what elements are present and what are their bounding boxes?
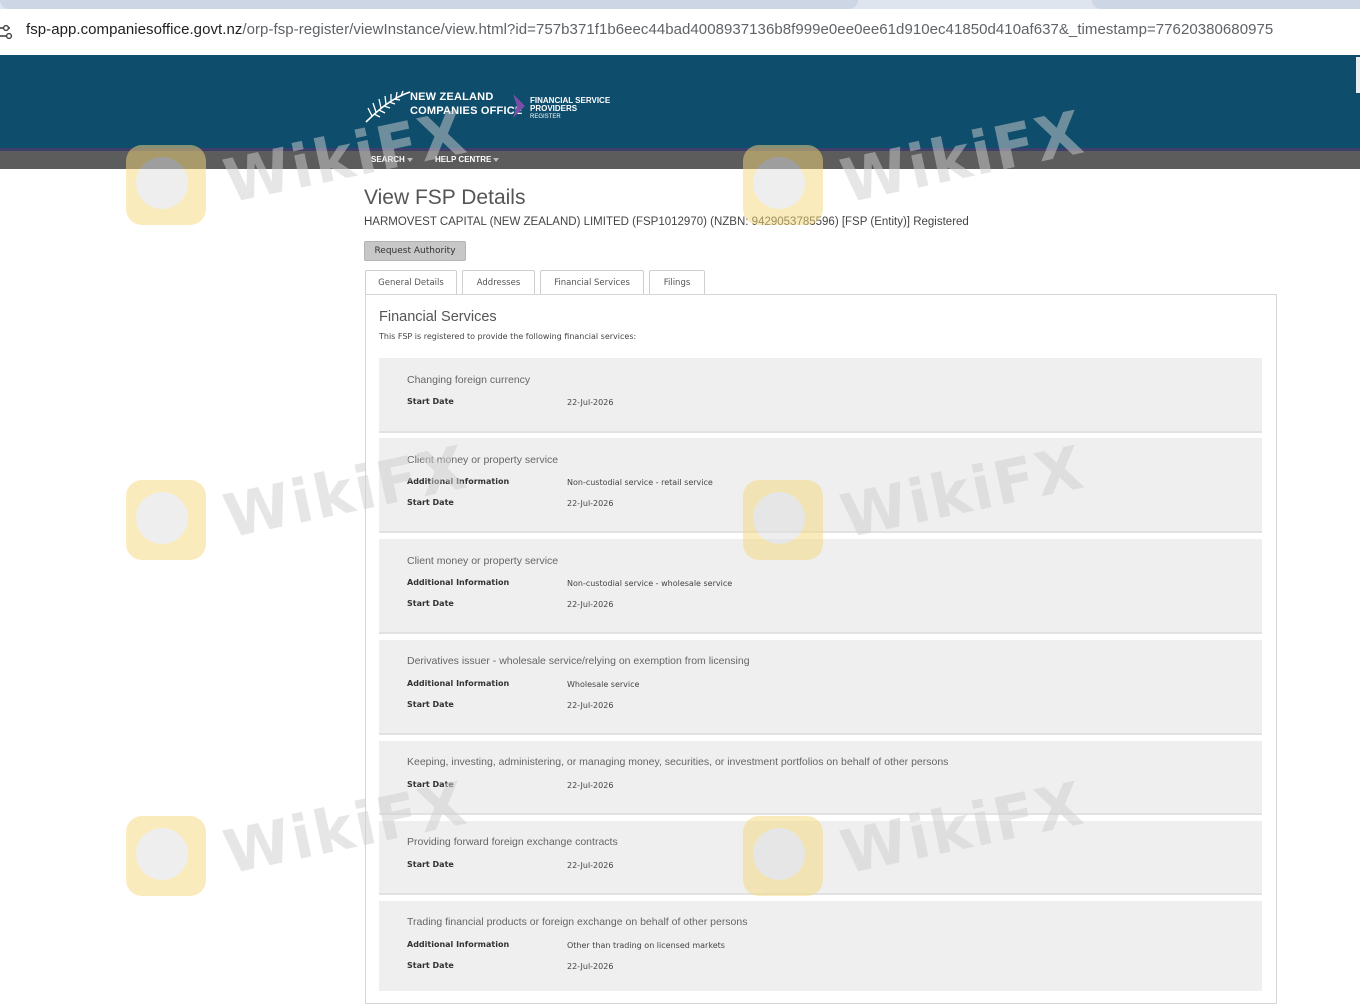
url-text[interactable]: fsp-app.companiesoffice.govt.nz/orp-fsp-… xyxy=(26,21,1273,38)
start-date-value: 22-Jul-2026 xyxy=(567,398,614,407)
browser-tab[interactable] xyxy=(0,0,858,9)
section-heading: Financial Services xyxy=(379,309,497,325)
watermark: WikiFX xyxy=(743,769,1091,906)
start-date-value: 22-Jul-2026 xyxy=(567,781,614,790)
register-line-2: PROVIDERS xyxy=(530,104,578,113)
register-text: FINANCIAL SERVICE PROVIDERS REGISTER xyxy=(530,97,610,121)
watermark-badge-icon xyxy=(743,480,823,560)
watermark: WikiFX xyxy=(743,98,1091,235)
browser-tab[interactable] xyxy=(1092,0,1360,9)
section-intro: This FSP is registered to provide the fo… xyxy=(379,332,637,341)
register-line-3: REGISTER xyxy=(530,114,561,120)
url-host: fsp-app.companiesoffice.govt.nz xyxy=(26,21,243,38)
logo-line-1: NEW ZEALAND xyxy=(410,91,494,103)
tab-addresses[interactable]: Addresses xyxy=(462,270,535,295)
start-date-value: 22-Jul-2026 xyxy=(567,499,614,508)
start-date-value: 22-Jul-2026 xyxy=(567,861,614,870)
address-bar[interactable]: fsp-app.companiesoffice.govt.nz/orp-fsp-… xyxy=(0,9,1360,55)
watermark: WikiFX xyxy=(743,433,1091,570)
watermark-badge-icon xyxy=(126,816,206,896)
watermark: WikiFX xyxy=(126,769,474,906)
service-title: Changing foreign currency xyxy=(407,374,531,386)
watermark-badge-icon xyxy=(743,145,823,225)
url-path: /orp-fsp-register/viewInstance/view.html… xyxy=(242,21,1274,38)
watermark-badge-icon xyxy=(743,816,823,896)
additional-info-value: Other than trading on licensed markets xyxy=(567,941,725,950)
start-date-label: Start Date xyxy=(407,961,454,970)
service-title: Keeping, investing, administering, or ma… xyxy=(407,756,949,768)
service-card: Changing foreign currency Start Date 22-… xyxy=(379,358,1262,433)
service-card: Trading financial products or foreign ex… xyxy=(379,901,1262,991)
additional-info-label: Additional Information xyxy=(407,578,510,587)
tab-financial-services[interactable]: Financial Services xyxy=(540,270,644,296)
watermark-badge-icon xyxy=(126,145,206,225)
watermark-badge-icon xyxy=(126,480,206,560)
service-title: Client money or property service xyxy=(407,555,559,567)
watermark: WikiFX xyxy=(126,433,474,570)
additional-info-value: Non-custodial service - retail service xyxy=(567,478,713,487)
service-title: Derivatives issuer - wholesale service/r… xyxy=(407,655,750,667)
chevron-down-icon xyxy=(493,157,500,162)
tab-filings[interactable]: Filings xyxy=(649,270,705,295)
service-title: Trading financial products or foreign ex… xyxy=(407,916,748,928)
additional-info-value: Wholesale service xyxy=(567,680,640,689)
additional-info-label: Additional Information xyxy=(407,940,510,949)
scrollbar-edge xyxy=(1356,57,1360,93)
watermark: WikiFX xyxy=(126,98,474,235)
start-date-value: 22-Jul-2026 xyxy=(567,701,614,710)
tab-general-details[interactable]: General Details xyxy=(365,270,457,295)
start-date-label: Start Date xyxy=(407,397,454,406)
chevron-right-icon xyxy=(513,94,525,118)
start-date-value: 22-Jul-2026 xyxy=(567,600,614,609)
start-date-value: 22-Jul-2026 xyxy=(567,962,614,971)
start-date-label: Start Date xyxy=(407,700,454,709)
site-header xyxy=(0,55,1360,148)
service-card: Keeping, investing, administering, or ma… xyxy=(379,741,1262,815)
service-card: Derivatives issuer - wholesale service/r… xyxy=(379,640,1262,735)
request-authority-button[interactable]: Request Authority xyxy=(364,241,466,261)
additional-info-label: Additional Information xyxy=(407,679,510,688)
browser-tab-strip xyxy=(0,0,1360,9)
start-date-label: Start Date xyxy=(407,599,454,608)
site-info-icon[interactable] xyxy=(0,22,14,42)
additional-info-value: Non-custodial service - wholesale servic… xyxy=(567,579,733,588)
